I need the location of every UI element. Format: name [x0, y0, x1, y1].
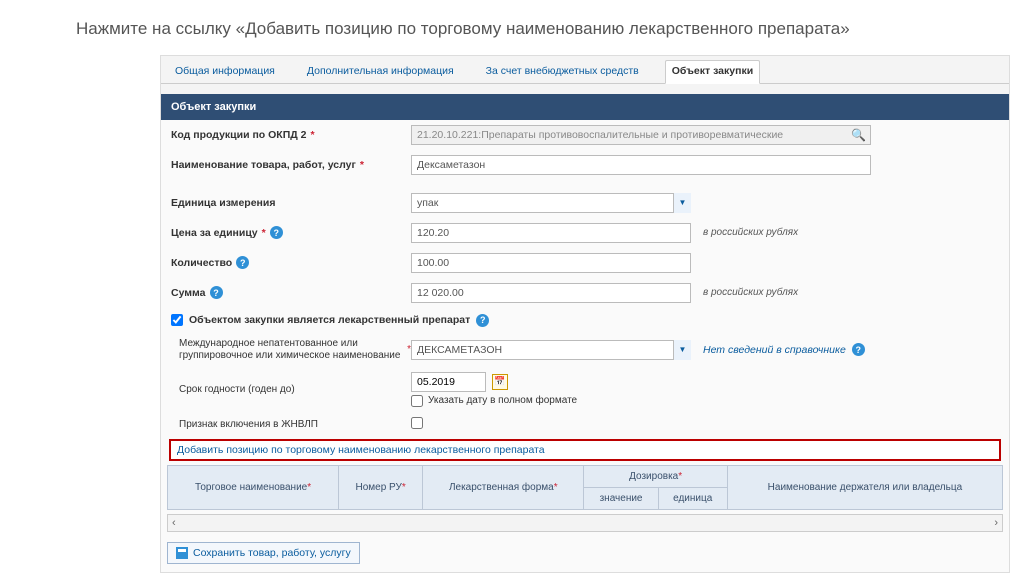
save-icon: [176, 547, 188, 559]
th-reg-num: Номер РУ*: [339, 465, 423, 509]
label-sum: Сумма ?: [171, 286, 411, 299]
chevron-down-icon[interactable]: ▼: [673, 193, 691, 213]
th-dosage-value: значение: [584, 487, 658, 509]
info-icon[interactable]: ?: [852, 343, 865, 356]
full-date-checkbox[interactable]: [411, 395, 423, 407]
expiry-input[interactable]: [411, 372, 486, 392]
okpd-input[interactable]: [411, 125, 871, 145]
info-icon[interactable]: ?: [270, 226, 283, 239]
price-input[interactable]: [411, 223, 691, 243]
tab-object[interactable]: Объект закупки: [665, 60, 760, 84]
tab-additional[interactable]: Дополнительная информация: [301, 61, 460, 83]
calendar-icon[interactable]: 📅: [492, 374, 508, 390]
tab-offbudget[interactable]: За счет внебюджетных средств: [480, 61, 645, 83]
scroll-left-icon[interactable]: ‹: [172, 517, 176, 529]
name-input[interactable]: [411, 155, 871, 175]
th-trade-name: Торговое наименование*: [168, 465, 339, 509]
horizontal-scrollbar[interactable]: ‹ ›: [167, 514, 1003, 532]
sum-input[interactable]: [411, 283, 691, 303]
th-holder: Наименование держателя или владельца: [727, 465, 1002, 509]
label-zhnvlp: Признак включения в ЖНВЛП: [171, 419, 411, 430]
label-price: Цена за единицу* ?: [171, 226, 411, 239]
label-okpd: Код продукции по ОКПД 2 *: [171, 129, 411, 141]
search-icon[interactable]: 🔍: [851, 128, 866, 142]
label-unit: Единица измерения: [171, 197, 411, 209]
info-icon[interactable]: ?: [210, 286, 223, 299]
th-form: Лекарственная форма*: [423, 465, 584, 509]
label-name: Наименование товара, работ, услуг*: [171, 159, 411, 171]
sum-hint: в российских рублях: [691, 287, 798, 298]
label-expiry: Срок годности (годен до): [171, 384, 411, 395]
no-ref-link[interactable]: Нет сведений в справочнике: [703, 344, 846, 356]
label-mnn: Международное непатентованное или группи…: [171, 338, 411, 362]
instruction-text: Нажмите на ссылку «Добавить позицию по т…: [0, 0, 1024, 47]
label-full-date: Указать дату в полном формате: [428, 395, 577, 406]
unit-select[interactable]: [411, 193, 691, 213]
qty-input[interactable]: [411, 253, 691, 273]
info-icon[interactable]: ?: [236, 256, 249, 269]
is-drug-checkbox[interactable]: [171, 314, 183, 326]
positions-table: Торговое наименование* Номер РУ* Лекарст…: [167, 465, 1003, 510]
price-hint: в российских рублях: [691, 227, 798, 238]
add-position-highlight: Добавить позицию по торговому наименован…: [169, 439, 1001, 461]
mnn-select[interactable]: [411, 340, 691, 360]
add-position-link[interactable]: Добавить позицию по торговому наименован…: [177, 444, 545, 456]
th-dosage-unit: единица: [658, 487, 727, 509]
label-is-drug: Объектом закупки является лекарственный …: [189, 314, 470, 326]
zhnvlp-checkbox[interactable]: [411, 417, 423, 429]
label-qty: Количество ?: [171, 256, 411, 269]
section-header: Объект закупки: [161, 94, 1009, 120]
th-dosage: Дозировка*: [584, 465, 727, 487]
scroll-right-icon[interactable]: ›: [994, 517, 998, 529]
chevron-down-icon[interactable]: ▼: [673, 340, 691, 360]
tab-general[interactable]: Общая информация: [169, 61, 281, 83]
tab-bar: Общая информация Дополнительная информац…: [161, 56, 1009, 84]
save-button[interactable]: Сохранить товар, работу, услугу: [167, 542, 360, 564]
app-window: Общая информация Дополнительная информац…: [160, 55, 1010, 573]
info-icon[interactable]: ?: [476, 314, 489, 327]
